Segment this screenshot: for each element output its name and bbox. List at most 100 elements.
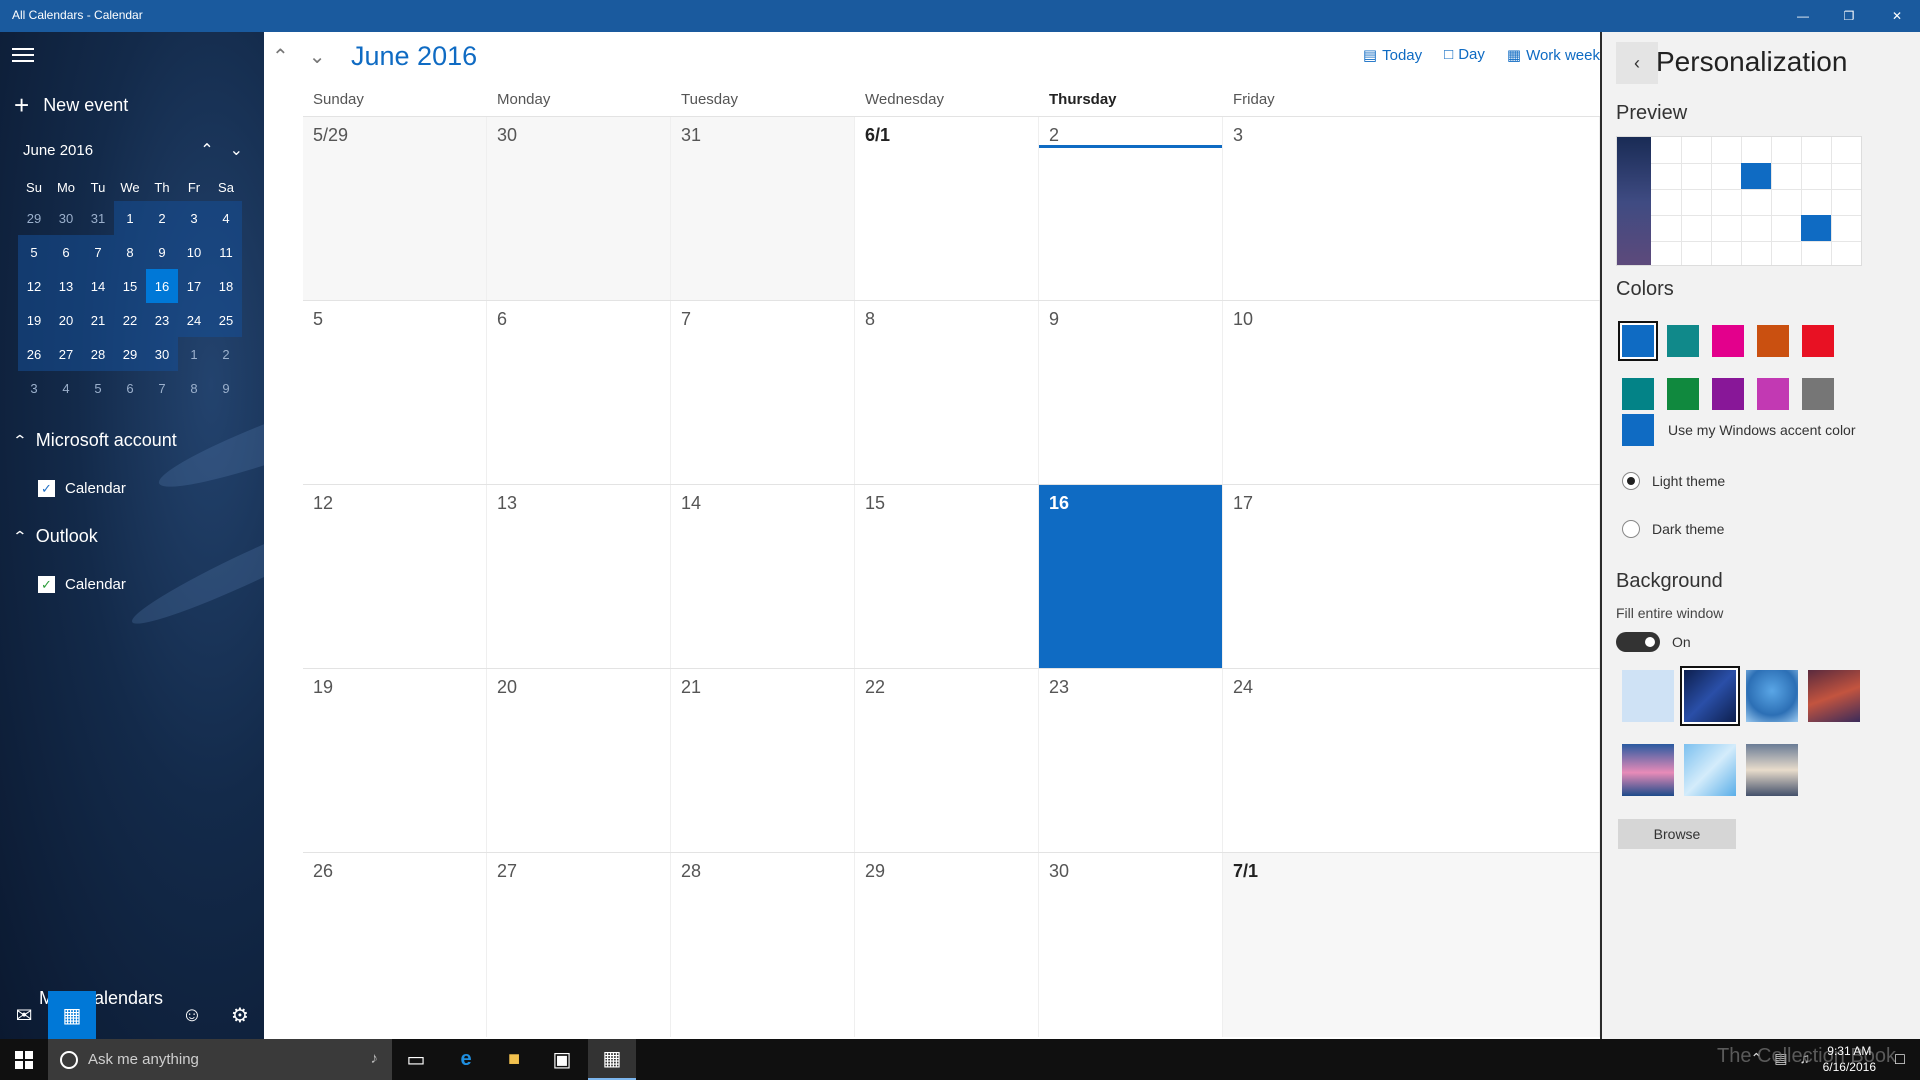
edge-browser-icon[interactable]: e <box>442 1039 490 1080</box>
accent-color-swatch[interactable] <box>1622 414 1654 446</box>
taskbar-clock[interactable]: 9:31 AM 6/16/2016 <box>1823 1043 1876 1075</box>
day-cell[interactable]: 30 <box>487 117 671 301</box>
mini-calendar-day[interactable]: 11 <box>210 235 242 269</box>
mini-calendar-day[interactable]: 24 <box>178 303 210 337</box>
account-group-outlook[interactable]: ⌃ Outlook <box>12 526 98 547</box>
calendar-item-outlook[interactable]: ✓ Calendar <box>38 576 126 593</box>
checkbox-checked-icon[interactable]: ✓ <box>38 576 55 593</box>
month-title[interactable]: June 2016 <box>351 41 477 72</box>
day-cell[interactable]: 22 <box>855 669 1039 853</box>
day-cell[interactable]: 29 <box>855 853 1039 1037</box>
chevron-down-icon[interactable]: ⌄ <box>230 140 243 160</box>
mini-calendar-day[interactable]: 23 <box>146 303 178 337</box>
color-swatch[interactable] <box>1620 323 1656 359</box>
day-cell[interactable]: 5/29 <box>303 117 487 301</box>
color-swatch[interactable] <box>1622 378 1654 410</box>
color-swatch[interactable] <box>1712 325 1744 357</box>
task-view-icon[interactable]: ▭ <box>392 1039 440 1080</box>
fill-window-toggle[interactable] <box>1616 632 1660 652</box>
mini-calendar-day[interactable]: 3 <box>178 201 210 235</box>
day-cell[interactable]: 15 <box>855 485 1039 669</box>
mini-calendar-day[interactable]: 28 <box>82 337 114 371</box>
day-cell[interactable]: 2 <box>1039 117 1223 301</box>
microphone-icon[interactable]: ♪ <box>371 1050 379 1067</box>
day-cell[interactable]: 20 <box>487 669 671 853</box>
mini-calendar-day[interactable]: 22 <box>114 303 146 337</box>
mini-calendar-day[interactable]: 15 <box>114 269 146 303</box>
radio-selected-icon[interactable] <box>1622 472 1640 490</box>
day-cell[interactable]: 3 <box>1223 117 1600 301</box>
mini-calendar-day[interactable]: 7 <box>82 235 114 269</box>
background-thumbnail-canyon[interactable] <box>1808 670 1860 722</box>
work-week-view-button[interactable]: ▦ Work week <box>1507 46 1600 64</box>
restore-button[interactable]: ❐ <box>1826 0 1872 32</box>
day-cell[interactable]: 6 <box>487 301 671 485</box>
day-cell[interactable]: 6/1 <box>855 117 1039 301</box>
mini-calendar-day[interactable]: 27 <box>50 337 82 371</box>
day-cell[interactable]: 7/1 <box>1223 853 1600 1037</box>
mini-calendar-day[interactable]: 9 <box>146 235 178 269</box>
mini-calendar-day[interactable]: 20 <box>50 303 82 337</box>
mini-calendar-day[interactable]: 21 <box>82 303 114 337</box>
chevron-up-icon[interactable]: ⌃ <box>200 140 213 160</box>
new-event-button[interactable]: + New event <box>14 92 128 118</box>
settings-gear-icon[interactable]: ⚙ <box>216 991 264 1039</box>
day-cell[interactable]: 19 <box>303 669 487 853</box>
minimize-button[interactable]: — <box>1780 0 1826 32</box>
day-cell[interactable]: 9 <box>1039 301 1223 485</box>
mini-calendar-day[interactable]: 5 <box>82 371 114 405</box>
day-cell[interactable]: 21 <box>671 669 855 853</box>
mini-calendar-day[interactable]: 3 <box>18 371 50 405</box>
mini-calendar-day[interactable]: 30 <box>146 337 178 371</box>
previous-month-chevron-up-icon[interactable]: ⌃ <box>272 44 289 69</box>
background-thumbnail-abstract[interactable] <box>1622 744 1674 796</box>
day-cell[interactable]: 8 <box>855 301 1039 485</box>
day-cell[interactable]: 10 <box>1223 301 1600 485</box>
mini-calendar-day[interactable]: 2 <box>210 337 242 371</box>
background-thumbnail-tree[interactable] <box>1746 670 1798 722</box>
calendar-icon[interactable]: ▦ <box>48 991 96 1039</box>
accent-color-option[interactable]: Use my Windows accent color <box>1622 414 1856 446</box>
start-button[interactable] <box>0 1039 48 1080</box>
color-swatch[interactable] <box>1712 378 1744 410</box>
mini-calendar-day[interactable]: 6 <box>114 371 146 405</box>
mini-calendar-day[interactable]: 1 <box>178 337 210 371</box>
browse-button[interactable]: Browse <box>1618 819 1736 849</box>
mini-calendar-day[interactable]: 4 <box>50 371 82 405</box>
mini-calendar-day[interactable]: 10 <box>178 235 210 269</box>
mini-calendar-day[interactable]: 7 <box>146 371 178 405</box>
cortana-search-box[interactable]: Ask me anything ♪ <box>48 1039 392 1080</box>
feedback-smiley-icon[interactable]: ☺ <box>168 991 216 1039</box>
color-swatch[interactable] <box>1667 378 1699 410</box>
mini-calendar-day[interactable]: 12 <box>18 269 50 303</box>
mini-calendar-day[interactable]: 6 <box>50 235 82 269</box>
mini-calendar-day[interactable]: 18 <box>210 269 242 303</box>
mini-calendar-day[interactable]: 19 <box>18 303 50 337</box>
mini-calendar-day[interactable]: 8 <box>114 235 146 269</box>
day-view-button[interactable]: □ Day <box>1444 46 1485 64</box>
store-icon[interactable]: ▣ <box>538 1039 586 1080</box>
hamburger-menu-icon[interactable] <box>12 48 34 62</box>
checkbox-checked-icon[interactable]: ✓ <box>38 480 55 497</box>
color-swatch[interactable] <box>1757 325 1789 357</box>
radio-unselected-icon[interactable] <box>1622 520 1640 538</box>
mini-calendar-day[interactable]: 25 <box>210 303 242 337</box>
day-cell-today[interactable]: 16 <box>1039 485 1223 669</box>
mini-calendar-day[interactable]: 31 <box>82 201 114 235</box>
mini-calendar-day[interactable]: 17 <box>178 269 210 303</box>
mini-calendar-day[interactable]: 16 <box>146 269 178 303</box>
mini-calendar-day[interactable]: 8 <box>178 371 210 405</box>
color-swatch[interactable] <box>1802 378 1834 410</box>
action-center-icon[interactable]: □ <box>1880 1039 1920 1080</box>
mini-calendar-day[interactable]: 1 <box>114 201 146 235</box>
day-cell[interactable]: 12 <box>303 485 487 669</box>
day-cell[interactable]: 27 <box>487 853 671 1037</box>
day-cell[interactable]: 7 <box>671 301 855 485</box>
day-cell[interactable]: 23 <box>1039 669 1223 853</box>
back-button[interactable]: ‹ <box>1616 42 1658 84</box>
day-cell[interactable]: 28 <box>671 853 855 1037</box>
day-cell[interactable]: 13 <box>487 485 671 669</box>
dark-theme-option[interactable]: Dark theme <box>1622 520 1724 538</box>
day-cell[interactable]: 5 <box>303 301 487 485</box>
mini-calendar-day[interactable]: 29 <box>18 201 50 235</box>
